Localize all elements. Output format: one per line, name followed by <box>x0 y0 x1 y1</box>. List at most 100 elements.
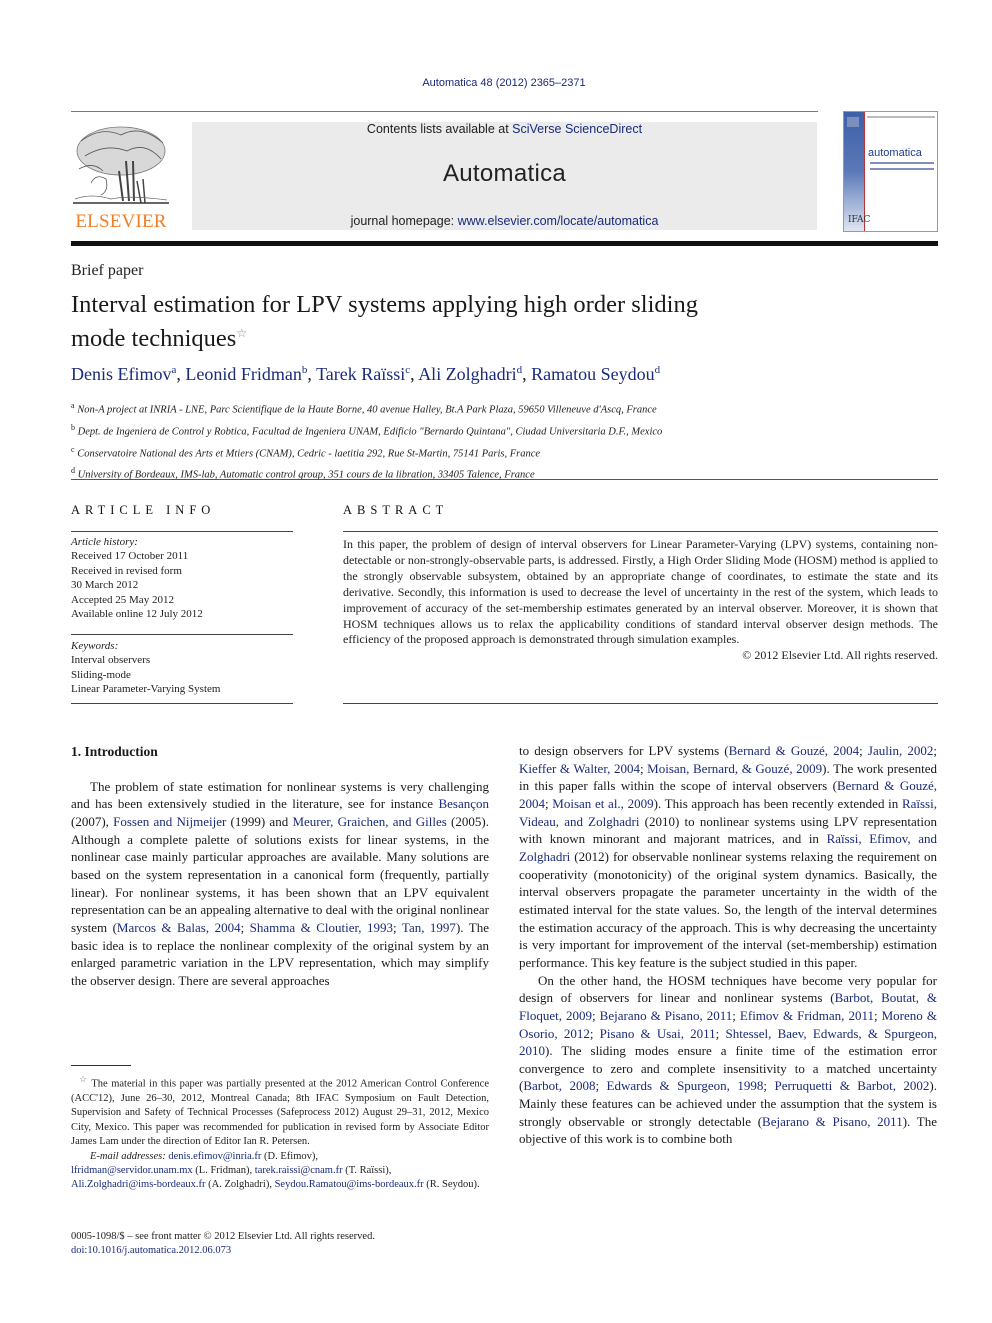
affiliation-marker[interactable]: a <box>172 364 177 376</box>
history-item: Received in revised form <box>71 564 182 577</box>
journal-masthead: Contents lists available at SciVerse Sci… <box>192 122 817 230</box>
citation-link[interactable]: Shamma & Cloutier, 1993 <box>250 920 393 935</box>
article-type: Brief paper <box>71 262 144 279</box>
history-item: 30 March 2012 <box>71 579 139 592</box>
body-text: The problem of state estimation for nonl… <box>71 778 489 812</box>
affiliation-marker[interactable]: c <box>405 364 410 376</box>
keyword: Interval observers <box>71 654 151 667</box>
citation-link[interactable]: Bejarano & Pisano, 2011 <box>762 1114 903 1129</box>
body-text: ). This approach has been recently exten… <box>653 795 902 811</box>
author-list: Denis Efimova, Leonid Fridmanb, Tarek Ra… <box>71 364 661 384</box>
contents-line: Contents lists available at SciVerse Sci… <box>366 122 643 136</box>
body-text: to design observers for LPV systems ( <box>519 743 729 758</box>
doi-link[interactable]: doi:10.1016/j.automatica.2012.06.073 <box>71 1244 501 1258</box>
citation-link[interactable]: Moisan et al., 2009 <box>552 796 653 811</box>
cover-header-line <box>867 116 935 118</box>
elsevier-logo[interactable]: ELSEVIER <box>71 121 171 233</box>
abstract-text: In this paper, the problem of design of … <box>343 537 938 647</box>
body-text: ; <box>715 1025 726 1041</box>
email-link[interactable]: tarek.raissi@cnam.fr <box>255 1165 343 1176</box>
citation-link[interactable]: Jaulin, 2002 <box>868 743 933 758</box>
keywords: Keywords: Interval observers Sliding-mod… <box>71 639 293 697</box>
citation-link[interactable]: Barbot, 2008 <box>523 1078 595 1093</box>
citation-link[interactable]: Kieffer & Walter, 2004 <box>519 761 640 776</box>
body-text: ; <box>873 1007 882 1023</box>
body-text: ; <box>732 1007 740 1023</box>
affiliation-marker[interactable]: b <box>302 364 308 376</box>
body-column-right: to design observers for LPV systems (Ber… <box>519 742 937 1148</box>
front-matter: 0005-1098/$ – see front matter © 2012 El… <box>71 1230 501 1259</box>
citation-link[interactable]: Fossen and Nijmeijer <box>113 814 226 829</box>
title-footnote-star-icon[interactable]: ☆ <box>236 326 247 340</box>
keyword: Linear Parameter-Varying System <box>71 683 221 696</box>
citation-link[interactable]: Perruquetti & Barbot, 2002 <box>775 1078 930 1093</box>
abstract-rule <box>343 703 938 704</box>
abstract-copyright: © 2012 Elsevier Ltd. All rights reserved… <box>742 648 938 663</box>
body-text: (1999) and <box>226 813 293 829</box>
email-addresses: E-mail addresses: denis.efimov@inria.fr … <box>71 1150 480 1191</box>
keyword: Sliding-mode <box>71 668 131 681</box>
history-item: Available online 12 July 2012 <box>71 608 203 621</box>
article-history: Article history: Received 17 October 201… <box>71 535 293 621</box>
elsevier-tree-icon <box>71 121 171 209</box>
body-text: (2005). Although a complete palette of s… <box>71 813 489 935</box>
citation-link[interactable]: Pisano & Usai, 2011 <box>600 1026 716 1041</box>
affiliation: d University of Bordeaux, IMS-lab, Autom… <box>71 466 535 481</box>
affiliation: a Non-A project at INRIA - LNE, Parc Sci… <box>71 401 657 416</box>
citation-link[interactable]: Bernard & Gouzé, 2004 <box>729 743 860 758</box>
abstract-rule <box>343 531 938 532</box>
section-rule <box>71 479 938 480</box>
body-text: ; <box>763 1078 775 1094</box>
citation-link[interactable]: Besançon <box>438 796 489 811</box>
author-name[interactable]: Denis Efimov <box>71 364 172 384</box>
journal-reference[interactable]: Automatica 48 (2012) 2365–2371 <box>0 77 992 89</box>
homepage-line: journal homepage: www.elsevier.com/locat… <box>350 214 659 228</box>
affiliations: a Non-A project at INRIA - LNE, Parc Sci… <box>71 397 871 484</box>
section-heading: 1. Introduction <box>71 744 158 759</box>
body-text: (2012) for observable nonlinear systems … <box>519 848 937 970</box>
footnote-text: The material in this paper was partially… <box>71 1078 489 1148</box>
email-link[interactable]: lfridman@servidor.unam.mx <box>71 1165 193 1176</box>
author-name[interactable]: Leonid Fridman <box>185 364 301 384</box>
body-text: ; <box>933 743 937 758</box>
affiliation-marker[interactable]: d <box>517 364 523 376</box>
sciencedirect-link[interactable]: SciVerse ScienceDirect <box>512 122 642 136</box>
email-link[interactable]: denis.efimov@inria.fr <box>168 1151 261 1162</box>
citation-link[interactable]: Marcos & Balas, 2004 <box>117 920 241 935</box>
body-text: ; <box>595 1078 607 1094</box>
citation-link[interactable]: Edwards & Spurgeon, 1998 <box>607 1078 764 1093</box>
abstract-body: In this paper, the problem of design of … <box>343 537 938 664</box>
cover-band <box>844 112 864 231</box>
author-name[interactable]: Tarek Raïssi <box>316 364 405 384</box>
journal-homepage-link[interactable]: www.elsevier.com/locate/automatica <box>458 214 659 228</box>
citation-link[interactable]: Meurer, Graichen, and Gilles <box>292 814 446 829</box>
body-text: ; <box>859 743 868 758</box>
footnote: ☆ The material in this paper was partial… <box>71 1072 489 1193</box>
author-name[interactable]: Ali Zolghadri <box>418 364 516 384</box>
article-title: Interval estimation for LPV systems appl… <box>71 291 698 353</box>
citation-link[interactable]: Tan, 1997 <box>402 920 456 935</box>
citation-link[interactable]: Efimov & Fridman, 2011 <box>740 1008 874 1023</box>
footnote-star-icon: ☆ <box>79 1074 88 1084</box>
header-thick-rule <box>71 241 938 246</box>
affiliation-marker[interactable]: d <box>655 364 661 376</box>
citation-link[interactable]: Moisan, Bernard, & Gouzé, 2009 <box>647 761 822 776</box>
ifac-seal-icon: IFAC <box>848 215 871 225</box>
author-name[interactable]: Ramatou Seydou <box>531 364 655 384</box>
paragraph: On the other hand, the HOSM techniques h… <box>519 972 937 1149</box>
body-text: (2007), <box>71 813 114 829</box>
elsevier-wordmark: ELSEVIER <box>75 211 167 232</box>
email-link[interactable]: Ali.Zolghadri@ims-bordeaux.fr <box>71 1179 205 1190</box>
citation-link[interactable]: Bejarano & Pisano, 2011 <box>600 1008 733 1023</box>
body-text: ; <box>240 919 250 935</box>
info-rule <box>71 634 293 635</box>
journal-title: Automatica <box>442 160 567 187</box>
cover-emblem-icon <box>847 117 859 127</box>
journal-cover-thumbnail[interactable]: automatica IFAC <box>843 111 938 232</box>
cover-subtitle <box>870 162 934 170</box>
email-link[interactable]: Seydou.Ramatou@ims-bordeaux.fr <box>275 1179 424 1190</box>
body-text: ; <box>393 919 402 935</box>
body-column-left: 1. Introduction The problem of state est… <box>71 743 489 990</box>
affiliation: b Dept. de Ingeniera de Control y Robtic… <box>71 422 663 438</box>
history-item: Received 17 October 2011 <box>71 550 189 563</box>
